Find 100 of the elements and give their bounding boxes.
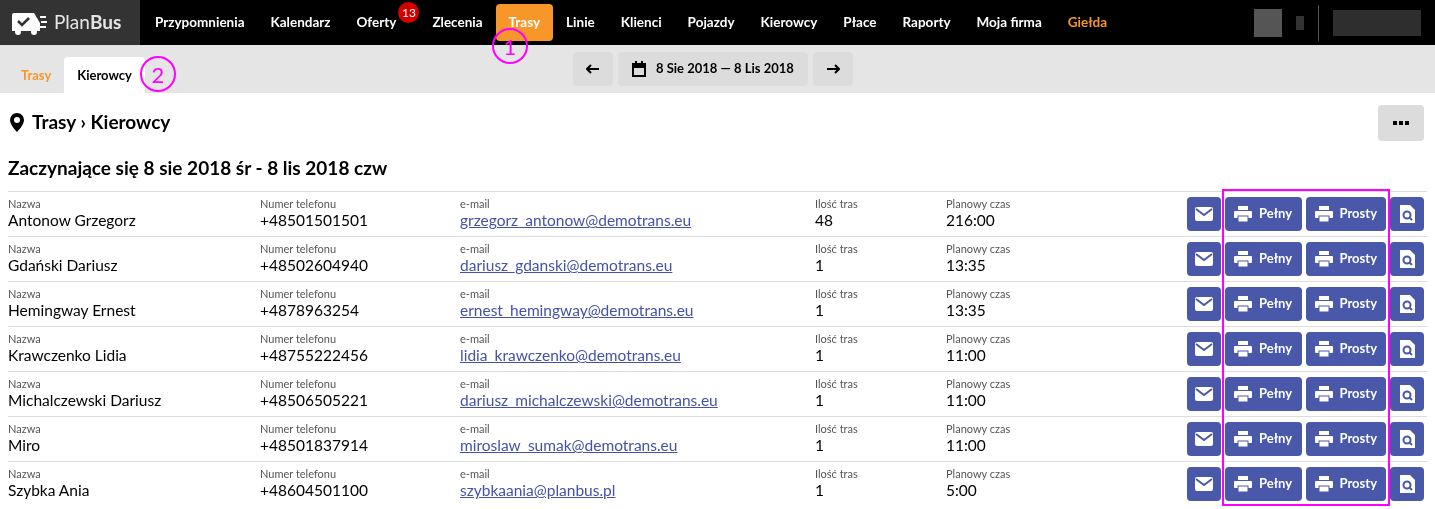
field-value: +48506505221 — [260, 390, 368, 410]
printer-icon — [1314, 385, 1333, 402]
field-label: Numer telefonu — [260, 287, 337, 300]
field-label: e-mail — [460, 422, 490, 435]
nav-tab[interactable]: Kalendarz — [257, 4, 344, 41]
preview-button[interactable] — [1390, 196, 1424, 231]
logo[interactable]: PlanBus — [0, 0, 140, 45]
email-button[interactable] — [1186, 376, 1221, 411]
nav-tab[interactable]: Giełda — [1054, 4, 1121, 41]
print-button[interactable]: Prosty — [1305, 196, 1386, 231]
field-label: e-mail — [460, 467, 490, 480]
field-value: 11:00 — [946, 345, 986, 365]
field-label: Nazwa — [8, 287, 41, 300]
preview-button[interactable] — [1390, 331, 1424, 366]
field-value: Gdański Dariusz — [8, 255, 118, 275]
nav-tab[interactable]: Raporty — [889, 4, 964, 41]
printer-icon — [1234, 430, 1252, 447]
envelope-icon — [1194, 476, 1213, 491]
print-button[interactable]: Pełny — [1224, 196, 1302, 231]
field-value: Miro — [8, 435, 41, 455]
email-link[interactable]: lidia_krawczenko@demotrans.eu — [460, 345, 681, 365]
printer-icon — [1314, 205, 1333, 222]
document-search-icon — [1399, 204, 1415, 223]
field-label: e-mail — [460, 242, 490, 255]
redacted-block — [1254, 8, 1282, 37]
nav-tab[interactable]: Linie — [553, 4, 608, 41]
email-button[interactable] — [1186, 466, 1221, 501]
email-link[interactable]: ernest_hemingway@demotrans.eu — [460, 300, 694, 320]
email-link[interactable]: dariusz_gdanski@demotrans.eu — [460, 255, 673, 275]
document-search-icon — [1399, 429, 1415, 448]
printer-icon — [1314, 340, 1333, 357]
field-value: 1 — [815, 255, 824, 275]
email-button[interactable] — [1186, 241, 1221, 276]
print-button[interactable]: Pełny — [1224, 286, 1302, 321]
printer-icon — [1234, 295, 1252, 312]
more-button[interactable] — [1378, 105, 1424, 141]
nav-tab[interactable]: Przypomnienia — [142, 4, 258, 41]
preview-button[interactable] — [1390, 376, 1424, 411]
email-link[interactable]: dariusz_michalczewski@demotrans.eu — [460, 390, 718, 410]
preview-button[interactable] — [1390, 466, 1424, 501]
email-link[interactable]: miroslaw_sumak@demotrans.eu — [460, 435, 678, 455]
print-button[interactable]: Prosty — [1305, 286, 1386, 321]
preview-button[interactable] — [1390, 286, 1424, 321]
field-value: 48 — [815, 210, 833, 230]
field-label: Nazwa — [8, 377, 41, 390]
document-search-icon — [1399, 339, 1415, 358]
email-button[interactable] — [1186, 286, 1221, 321]
field-label: Ilość tras — [815, 287, 858, 300]
email-link[interactable]: szybkaania@planbus.pl — [460, 480, 616, 500]
field-value: Michalczewski Dariusz — [8, 390, 162, 410]
preview-button[interactable] — [1390, 241, 1424, 276]
field-value: 13:35 — [946, 255, 986, 275]
nav-tab[interactable]: Oferty — [343, 4, 399, 41]
date-range-button[interactable]: 8 Sie 2018 — 8 Lis 2018 — [618, 52, 808, 86]
email-button[interactable] — [1186, 421, 1221, 456]
email-button[interactable] — [1186, 196, 1221, 231]
printer-icon — [1314, 295, 1333, 312]
annotation-marker: 2 — [140, 56, 176, 92]
print-button[interactable]: Pełny — [1224, 466, 1302, 501]
nav-tab[interactable]: Kierowcy — [747, 4, 831, 41]
field-label: Numer telefonu — [260, 422, 337, 435]
field-label: e-mail — [460, 377, 490, 390]
nav-tab[interactable]: Moja firma — [963, 4, 1055, 41]
nav-tab[interactable]: Klienci — [607, 4, 675, 41]
next-button[interactable] — [812, 52, 853, 86]
field-value: Hemingway Ernest — [8, 300, 136, 320]
field-label: Nazwa — [8, 332, 41, 345]
field-label: Planowy czas — [946, 377, 1011, 390]
field-label: Planowy czas — [946, 422, 1011, 435]
envelope-icon — [1194, 341, 1213, 356]
print-button[interactable]: Pełny — [1224, 241, 1302, 276]
print-button[interactable]: Prosty — [1305, 376, 1386, 411]
printer-icon — [1314, 250, 1333, 267]
previous-button[interactable] — [573, 52, 613, 86]
printer-icon — [1234, 385, 1252, 402]
envelope-icon — [1194, 251, 1213, 266]
print-button[interactable]: Prosty — [1305, 241, 1386, 276]
field-value: +48501837914 — [260, 435, 368, 455]
sub-tab[interactable]: Kierowcy — [64, 57, 145, 93]
preview-button[interactable] — [1390, 421, 1424, 456]
nav-tab[interactable]: Płace — [830, 4, 890, 41]
field-value: Szybka Ania — [8, 480, 90, 500]
print-button[interactable]: Pełny — [1224, 421, 1302, 456]
field-label: Nazwa — [8, 242, 41, 255]
map-pin-icon — [10, 113, 24, 132]
email-link[interactable]: grzegorz_antonow@demotrans.eu — [460, 210, 692, 230]
printer-icon — [1234, 250, 1252, 267]
breadcrumb: Trasy › Kierowcy — [32, 109, 171, 136]
print-button[interactable]: Prosty — [1305, 466, 1386, 501]
field-value: Krawczenko Lidia — [8, 345, 127, 365]
field-value: 13:35 — [946, 300, 986, 320]
print-button[interactable]: Prosty — [1305, 421, 1386, 456]
print-button[interactable]: Pełny — [1224, 376, 1302, 411]
nav-tab[interactable]: Pojazdy — [674, 4, 748, 41]
field-label: Nazwa — [8, 197, 41, 210]
print-button[interactable]: Pełny — [1224, 331, 1302, 366]
printer-icon — [1234, 340, 1252, 357]
field-value: 5:00 — [946, 480, 977, 500]
email-button[interactable] — [1186, 331, 1221, 366]
print-button[interactable]: Prosty — [1305, 331, 1386, 366]
